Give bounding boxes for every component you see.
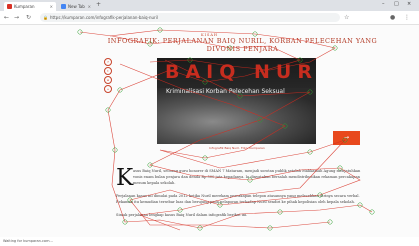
share-more-button[interactable]: + bbox=[104, 85, 112, 93]
arrow-right-icon: → bbox=[343, 134, 350, 141]
address-bar[interactable]: 🔒 https://kumparan.com/infografik-perjal… bbox=[40, 13, 340, 22]
hero-title: BAIQ NURIL bbox=[165, 61, 316, 83]
plus-icon: + bbox=[104, 85, 112, 93]
share-facebook-button[interactable]: f bbox=[104, 58, 112, 66]
tab-kumparan[interactable]: Kumparan × bbox=[4, 2, 56, 11]
close-tab-icon[interactable]: × bbox=[50, 2, 53, 11]
hero-subtitle: Kriminalisasi Korban Pelecehan Seksual bbox=[166, 88, 285, 95]
new-tab-button[interactable]: + bbox=[96, 1, 101, 8]
status-bar: Waiting for kumparan.com... bbox=[3, 239, 53, 243]
tab-label: Kumparan bbox=[14, 4, 35, 9]
back-button[interactable]: ← bbox=[4, 14, 9, 21]
share-twitter-button[interactable]: t bbox=[104, 67, 112, 75]
hero-image: BAIQ NURIL Kriminalisasi Korban Peleceha… bbox=[157, 58, 316, 144]
image-caption: Infografik Baiq Nuril. Foto: Kumparan bbox=[209, 146, 265, 150]
favicon-icon bbox=[61, 4, 66, 9]
headline-line: DIVONIS PENJARA bbox=[206, 45, 279, 53]
star-icon[interactable]: ☆ bbox=[344, 14, 349, 21]
twitter-icon: t bbox=[104, 67, 112, 75]
favicon-icon bbox=[7, 4, 12, 9]
tab-bar: Kumparan × New Tab × + – □ × bbox=[0, 0, 419, 11]
close-window-button[interactable]: × bbox=[407, 1, 411, 7]
tab-label: New Tab bbox=[68, 4, 85, 9]
facebook-icon: f bbox=[104, 58, 112, 66]
article-paragraph: asus Baiq Nuril, seorang guru honorer di… bbox=[133, 169, 361, 185]
whatsapp-icon: w bbox=[104, 76, 112, 84]
menu-icon[interactable]: ⋮ bbox=[404, 14, 410, 21]
close-tab-icon[interactable]: × bbox=[88, 2, 91, 11]
tab-new[interactable]: New Tab × bbox=[58, 2, 94, 11]
minimize-button[interactable]: – bbox=[382, 1, 385, 7]
profile-icon[interactable]: ● bbox=[390, 14, 395, 21]
maximize-button[interactable]: □ bbox=[394, 1, 399, 7]
share-whatsapp-button[interactable]: w bbox=[104, 76, 112, 84]
headline-line: INFOGRAFIK: PERJALANAN BAIQ NURIL, KORBA… bbox=[107, 37, 378, 45]
reload-button[interactable]: ↻ bbox=[26, 14, 31, 21]
forward-button[interactable]: → bbox=[14, 14, 19, 21]
lock-icon: 🔒 bbox=[43, 15, 48, 20]
hero-photo bbox=[157, 88, 316, 144]
article-headline: INFOGRAFIK: PERJALANAN BAIQ NURIL, KORBA… bbox=[105, 37, 380, 53]
article-paragraph: Perjalanan kasus ini dimulai pada 2012 k… bbox=[116, 194, 360, 204]
browser-toolbar: ← → ↻ 🔒 https://kumparan.com/infografik-… bbox=[0, 11, 419, 25]
url-text: https://kumparan.com/infografik-perjalan… bbox=[50, 15, 158, 20]
article-paragraph: Simak perjalanan lengkap kasus Baiq Nuri… bbox=[116, 213, 248, 217]
next-slide-button[interactable]: → bbox=[333, 131, 360, 145]
drop-cap: K bbox=[116, 165, 134, 191]
